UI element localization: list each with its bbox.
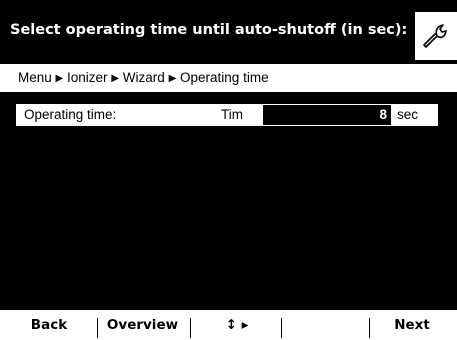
breadcrumb-item-ionizer[interactable]: Ionizer [67, 70, 108, 85]
breadcrumb-separator-icon: ▶ [55, 73, 64, 84]
breadcrumb-separator-icon: ▶ [168, 73, 177, 84]
overview-button[interactable]: Overview [100, 310, 185, 340]
unit-label: sec [397, 107, 419, 122]
next-button[interactable]: Next [372, 310, 452, 340]
parameter-code: Tim [221, 107, 243, 122]
navigate-button[interactable]: ↕ ▸ [193, 310, 281, 340]
softkey-divider [97, 318, 98, 338]
softkey-divider [369, 318, 370, 338]
breadcrumb-item-wizard[interactable]: Wizard [123, 70, 165, 85]
header-bar: Select operating time until auto-shutoff… [0, 0, 457, 60]
breadcrumb-item-menu[interactable]: Menu [18, 70, 52, 85]
back-button[interactable]: Back [8, 310, 90, 340]
breadcrumb-separator-icon: ▶ [111, 73, 120, 84]
wrench-icon [423, 24, 447, 48]
operating-time-value-field[interactable]: 8 [263, 105, 391, 125]
settings-button[interactable] [415, 12, 457, 60]
softkey-divider [281, 318, 282, 338]
operating-time-label: Operating time: [24, 107, 117, 122]
breadcrumb-item-operating-time: Operating time [180, 70, 269, 85]
softkey-divider [190, 318, 191, 338]
softkey-bar: Back Overview ↕ ▸ Next [0, 310, 457, 340]
page-title: Select operating time until auto-shutoff… [10, 22, 408, 38]
operating-time-row[interactable]: Operating time: Tim 8 sec [16, 104, 438, 126]
breadcrumb: Menu ▶ Ionizer ▶ Wizard ▶ Operating time [0, 64, 457, 92]
empty-softkey[interactable] [284, 310, 369, 340]
